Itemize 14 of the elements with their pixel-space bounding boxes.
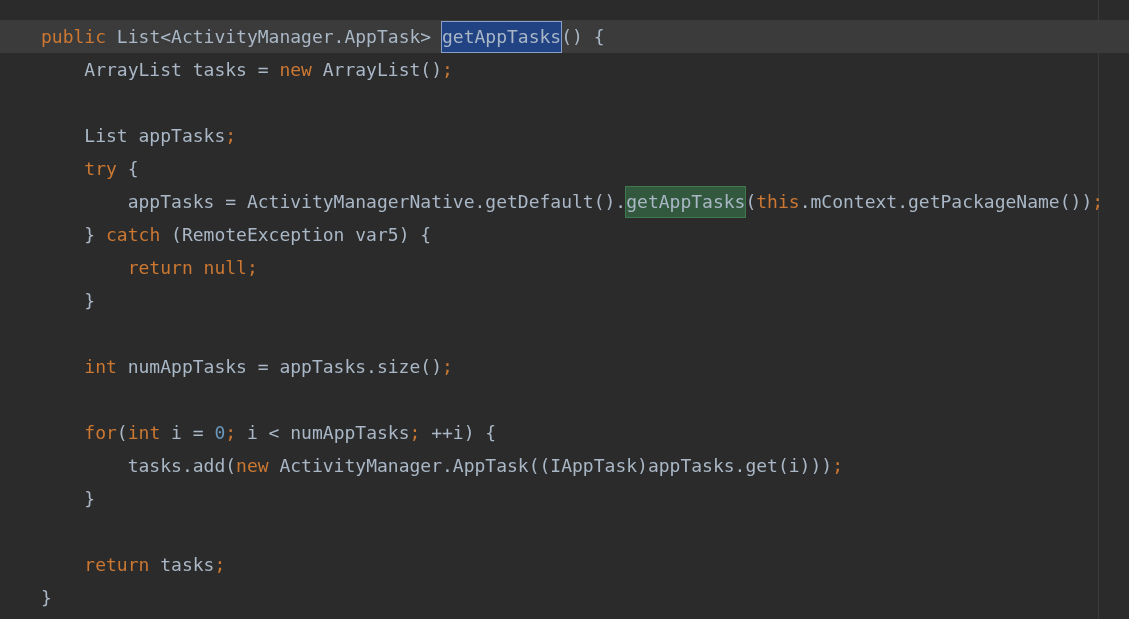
code-line: } <box>40 586 53 610</box>
code-line: try { <box>83 157 140 181</box>
code-line: tasks.add(new ActivityManager.AppTask((IAppTask)appTasks.get(i))); <box>126 454 844 478</box>
code-line: return tasks; <box>83 553 227 577</box>
code-line: for(int i = 0; i < numAppTasks; ++i) { <box>83 421 498 445</box>
code-editor[interactable] <box>0 0 1129 619</box>
code-line: } <box>83 289 97 313</box>
code-line: int numAppTasks = appTasks.size(); <box>83 355 454 379</box>
code-line: } <box>83 487 97 511</box>
code-line: return null; <box>126 256 259 280</box>
code-line: appTasks = ActivityManagerNative.getDefault().getAppTasks(this.mContext.getPackageName()); <box>0 185 1129 218</box>
code-line: ArrayList tasks = new ArrayList(); <box>83 58 454 82</box>
code-line: } catch (RemoteException var5) { <box>83 223 433 247</box>
code-line: List appTasks; <box>83 124 238 148</box>
